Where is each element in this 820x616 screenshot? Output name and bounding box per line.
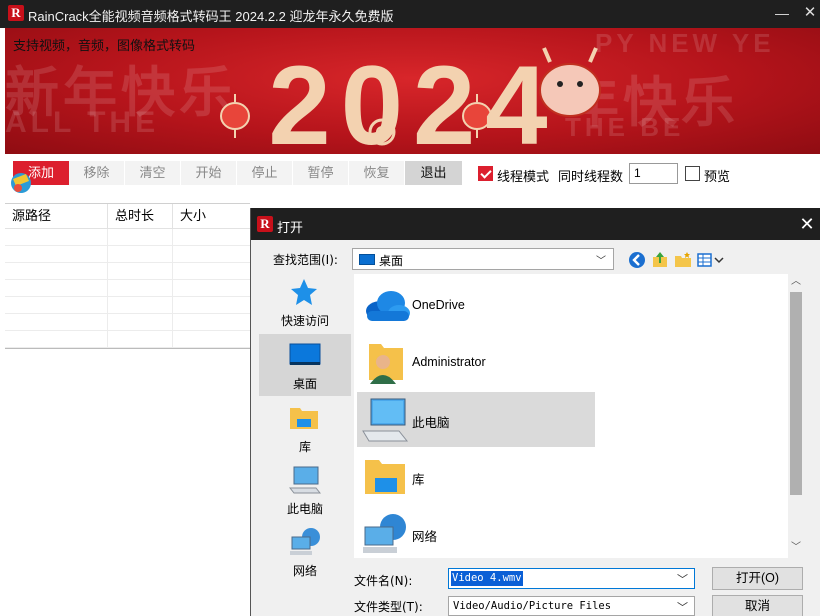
banner: 新年快乐 ALL THE 年快乐 THE BE PY NEW YE 2024 支… bbox=[5, 28, 820, 154]
file-name: Administrator bbox=[412, 355, 486, 369]
file-name: OneDrive bbox=[412, 298, 465, 312]
filetype-label: 文件类型(T): bbox=[354, 600, 423, 614]
scroll-down-icon[interactable]: ﹀ bbox=[788, 540, 804, 556]
column-header-size[interactable]: 大小 bbox=[173, 204, 250, 229]
place-label: 库 bbox=[298, 440, 311, 454]
cloud-icon bbox=[366, 291, 410, 321]
scroll-thumb[interactable] bbox=[790, 292, 802, 495]
scroll-up-icon[interactable]: ︿ bbox=[788, 274, 804, 290]
dialog-logo-icon: R bbox=[257, 216, 273, 232]
banner-year: 2024 bbox=[268, 43, 557, 154]
look-in-dropdown[interactable]: 桌面 ﹀ bbox=[352, 248, 614, 270]
sticker-icon bbox=[11, 173, 31, 193]
look-in-value: 桌面 bbox=[379, 254, 404, 268]
title-bar: R RainCrack全能视频音频格式转码王 2024.2.2 迎龙年永久免费版… bbox=[0, 0, 820, 28]
table-header: 源路径 总时长 大小 bbox=[5, 204, 250, 229]
chevron-down-icon: ﹀ bbox=[596, 256, 606, 267]
list-item[interactable]: 库 bbox=[357, 449, 595, 504]
place-label: 此电脑 bbox=[286, 502, 323, 516]
desktop-small-icon bbox=[359, 254, 375, 265]
cancel-button[interactable]: 取消 bbox=[712, 595, 803, 616]
chevron-down-icon: ﹀ bbox=[677, 602, 688, 614]
new-folder-icon[interactable] bbox=[674, 251, 692, 269]
app-logo-icon: R bbox=[8, 5, 24, 21]
view-menu-icon[interactable] bbox=[697, 251, 727, 269]
list-item[interactable]: 此电脑 bbox=[357, 392, 595, 447]
table-row bbox=[5, 297, 250, 314]
concurrent-threads-input[interactable]: 1 bbox=[629, 163, 678, 184]
dialog-close-button[interactable]: ✕ bbox=[797, 212, 817, 236]
filename-label: 文件名(N): bbox=[354, 574, 413, 588]
resume-button[interactable]: 恢复 bbox=[349, 161, 404, 185]
dialog-title-bar: R 打开 ✕ bbox=[251, 208, 820, 240]
list-item[interactable]: OneDrive bbox=[357, 278, 595, 333]
table-row bbox=[5, 246, 250, 263]
thread-mode-checkbox[interactable] bbox=[478, 166, 493, 181]
filename-value: Video 4.wmv bbox=[451, 571, 523, 586]
place-quick-access[interactable]: 快速访问 bbox=[259, 271, 351, 333]
table-row bbox=[5, 280, 250, 297]
toolbar: 添加 移除 清空 开始 停止 暂停 恢复 退出 线程模式 同时线程数 1 预览 bbox=[5, 154, 820, 194]
column-header-duration[interactable]: 总时长 bbox=[108, 204, 173, 229]
start-button[interactable]: 开始 bbox=[181, 161, 236, 185]
back-icon[interactable] bbox=[628, 251, 646, 269]
table-row bbox=[5, 229, 250, 246]
remove-button[interactable]: 移除 bbox=[69, 161, 124, 185]
column-header-source-path[interactable]: 源路径 bbox=[5, 204, 108, 229]
list-item[interactable]: 网络 bbox=[357, 506, 595, 561]
place-label: 网络 bbox=[292, 564, 317, 578]
file-name: 网络 bbox=[412, 530, 438, 544]
file-name: 库 bbox=[412, 473, 425, 487]
place-desktop[interactable]: 桌面 bbox=[259, 334, 351, 396]
thread-mode-label: 线程模式 bbox=[497, 169, 550, 184]
lantern-icon bbox=[220, 94, 250, 138]
file-name: 此电脑 bbox=[412, 416, 450, 430]
place-library[interactable]: 库 bbox=[259, 397, 351, 459]
desktop-icon bbox=[289, 343, 321, 365]
window-title: RainCrack全能视频音频格式转码王 2024.2.2 迎龙年永久免费版 bbox=[28, 9, 394, 24]
library-icon bbox=[365, 460, 405, 494]
network-icon bbox=[290, 528, 320, 555]
user-folder-icon bbox=[369, 344, 403, 384]
computer-icon bbox=[362, 398, 409, 442]
pause-button[interactable]: 暂停 bbox=[293, 161, 348, 185]
preview-label: 预览 bbox=[704, 169, 731, 184]
table-row bbox=[5, 314, 250, 331]
stop-button[interactable]: 停止 bbox=[237, 161, 292, 185]
vertical-scrollbar[interactable]: ︿ ﹀ bbox=[788, 274, 804, 558]
chevron-down-icon[interactable]: ﹀ bbox=[677, 571, 688, 587]
concurrent-threads-label: 同时线程数 bbox=[558, 169, 624, 184]
list-item[interactable]: Administrator bbox=[357, 335, 595, 390]
star-icon bbox=[291, 279, 317, 305]
file-list: OneDrive Administrator 此电脑 库 网络 ︿ ﹀ bbox=[354, 274, 804, 558]
table-row bbox=[5, 331, 250, 348]
computer-icon bbox=[289, 466, 321, 494]
quit-button[interactable]: 退出 bbox=[405, 161, 462, 185]
open-button[interactable]: 打开(O) bbox=[712, 567, 803, 590]
library-icon bbox=[290, 408, 318, 429]
table-row bbox=[5, 263, 250, 280]
app-window: R RainCrack全能视频音频格式转码王 2024.2.2 迎龙年永久免费版… bbox=[0, 0, 820, 616]
clear-button[interactable]: 清空 bbox=[125, 161, 180, 185]
open-file-dialog: R 打开 ✕ 查找范围(I): 桌面 ﹀ 快速访问 桌面 库 此电脑 网络 On… bbox=[250, 208, 820, 616]
place-network[interactable]: 网络 bbox=[259, 521, 351, 583]
place-label: 桌面 bbox=[292, 377, 317, 391]
place-label: 快速访问 bbox=[280, 314, 329, 328]
network-icon bbox=[363, 514, 406, 553]
file-table: 源路径 总时长 大小 bbox=[5, 203, 250, 349]
places-bar: 快速访问 桌面 库 此电脑 网络 bbox=[259, 271, 351, 616]
banner-subtitle: 支持视频，音频，图像格式转码 bbox=[13, 38, 196, 53]
look-in-label: 查找范围(I): bbox=[273, 253, 338, 267]
close-button[interactable]: ✕ bbox=[790, 0, 820, 28]
up-folder-icon[interactable] bbox=[651, 251, 669, 269]
filetype-value: Video/Audio/Picture Files bbox=[453, 600, 612, 612]
place-this-pc[interactable]: 此电脑 bbox=[259, 459, 351, 521]
preview-checkbox[interactable] bbox=[685, 166, 700, 181]
filetype-dropdown[interactable]: Video/Audio/Picture Files ﹀ bbox=[448, 596, 695, 616]
filename-input[interactable]: Video 4.wmv ﹀ bbox=[448, 568, 695, 589]
dialog-title: 打开 bbox=[277, 220, 304, 235]
